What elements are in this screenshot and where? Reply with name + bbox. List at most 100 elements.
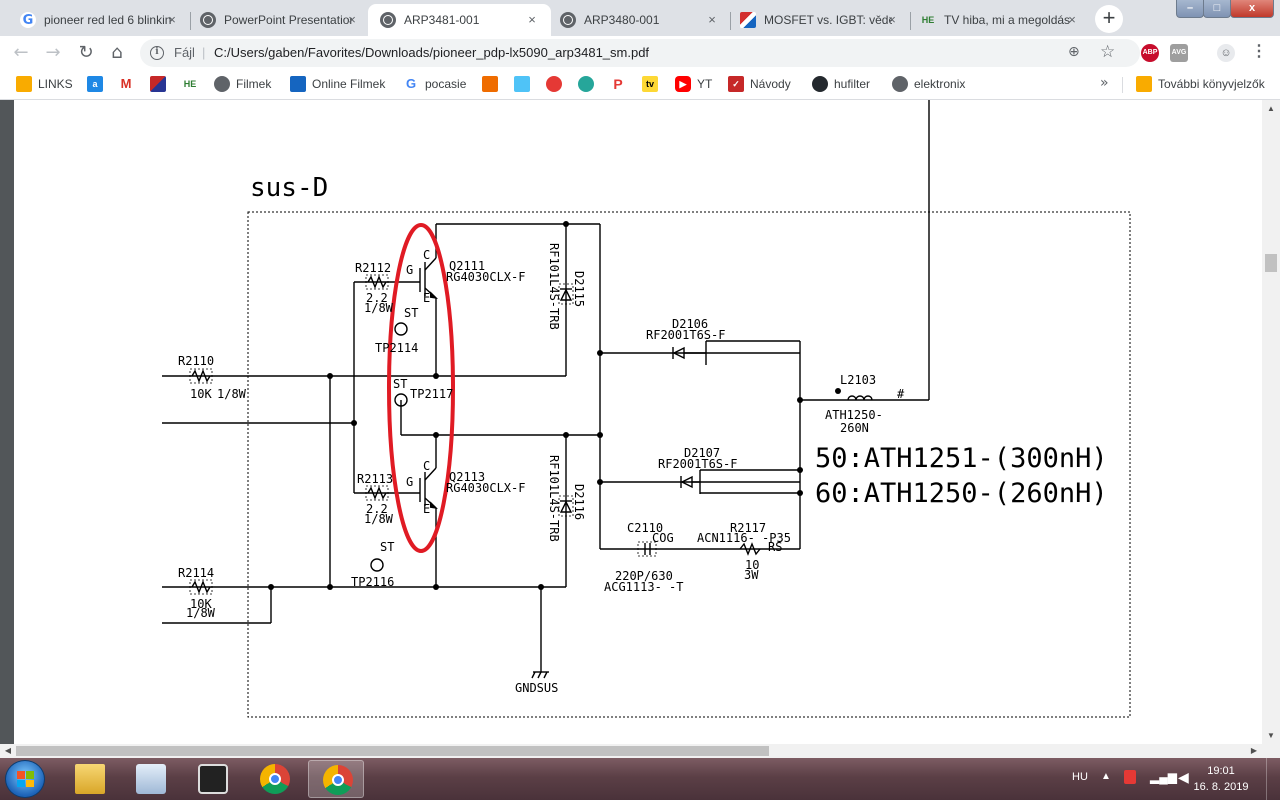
- chrome-menu-icon[interactable]: ⋮: [1250, 44, 1268, 62]
- profile-avatar-icon[interactable]: ☺: [1217, 44, 1235, 62]
- bookmark-tv[interactable]: tv: [642, 76, 664, 92]
- bookmark-elektronix[interactable]: elektronix: [892, 76, 965, 92]
- pdf-viewer[interactable]: sus-D R2112 2.2 1/8W C G E Q2111 RG4030C…: [0, 100, 1280, 744]
- scrollbar-thumb[interactable]: [16, 746, 769, 756]
- film-icon: [290, 76, 306, 92]
- adblock-plus-icon[interactable]: ABP: [1141, 44, 1159, 62]
- scroll-left-arrow-icon[interactable]: ◀: [0, 744, 16, 758]
- tray-app-icon[interactable]: [1124, 770, 1136, 784]
- tab-powerpoint[interactable]: PowerPoint Presentation ×: [188, 4, 371, 36]
- bookmark-site-2[interactable]: [514, 76, 536, 92]
- avg-extension-icon[interactable]: AVG: [1170, 44, 1188, 62]
- r2113-label: R2113: [357, 472, 393, 486]
- google-g-icon: G: [20, 12, 36, 28]
- bookmark-label: elektronix: [914, 77, 966, 91]
- st-label-2: ST: [393, 377, 407, 391]
- network-signal-icon[interactable]: ▂▄▆: [1150, 770, 1177, 784]
- tab-title: ARP3480-001: [584, 13, 660, 27]
- bookmark-gmail[interactable]: M: [118, 76, 140, 92]
- tab-arp3481-active[interactable]: ARP3481-001 ×: [368, 4, 551, 36]
- tab-tv-hiba[interactable]: HE TV hiba, mi a megoldás ×: [908, 4, 1091, 36]
- scrollbar-thumb[interactable]: [1265, 254, 1277, 272]
- ground-symbol: [531, 671, 549, 679]
- vertical-scrollbar[interactable]: ▲ ▼: [1262, 100, 1280, 744]
- taskbar-media-app[interactable]: [184, 760, 240, 798]
- chrome-icon: [260, 764, 290, 794]
- forward-button[interactable]: →: [40, 40, 66, 66]
- taskbar-chrome-active[interactable]: [308, 760, 364, 798]
- bookmark-label: pocasie: [425, 77, 467, 91]
- youtube-icon: ▶: [675, 76, 691, 92]
- close-tab-icon[interactable]: ×: [705, 13, 719, 27]
- start-button[interactable]: [5, 760, 45, 798]
- zoom-icon[interactable]: ⊕: [1068, 44, 1080, 60]
- minimize-button[interactable]: –: [1176, 0, 1204, 18]
- bookmark-star-icon[interactable]: ☆: [1100, 42, 1115, 62]
- folder-icon: [1136, 76, 1152, 92]
- home-button[interactable]: ⌂: [104, 40, 130, 66]
- close-tab-icon[interactable]: ×: [345, 13, 359, 27]
- close-tab-icon[interactable]: ×: [525, 13, 539, 27]
- info-icon[interactable]: i: [150, 46, 164, 60]
- horizontal-scrollbar[interactable]: ◀ ▶: [0, 744, 1280, 758]
- close-tab-icon[interactable]: ×: [1065, 13, 1079, 27]
- he-logo-icon: HE: [921, 15, 935, 25]
- github-icon: [812, 76, 828, 92]
- bookmark-site-3[interactable]: [546, 76, 568, 92]
- scroll-down-arrow-icon[interactable]: ▼: [1262, 727, 1280, 744]
- close-window-button[interactable]: x: [1230, 0, 1274, 18]
- bookmark-he[interactable]: HE: [182, 76, 204, 92]
- st-label-3: ST: [380, 540, 394, 554]
- q2113-part-number: RG4030CLX-F: [446, 481, 525, 495]
- bookmark-links[interactable]: LINKS: [16, 76, 73, 92]
- gnd-label: GNDSUS: [515, 681, 558, 695]
- show-desktop-button[interactable]: [1266, 758, 1280, 800]
- bookmark-weather[interactable]: a: [87, 76, 109, 92]
- tab-title: pioneer red led 6 blinking: [44, 13, 172, 27]
- taskbar-chrome[interactable]: [246, 760, 302, 798]
- media-app-icon: [198, 764, 228, 794]
- bookmark-p[interactable]: P: [610, 76, 632, 92]
- reload-button[interactable]: ↻: [73, 40, 99, 66]
- taskbar-calculator[interactable]: [122, 760, 178, 798]
- url-text[interactable]: C:/Users/gaben/Favorites/Downloads/pione…: [214, 45, 649, 60]
- address-bar[interactable]: i Fájl | C:/Users/gaben/Favorites/Downlo…: [140, 39, 1140, 67]
- r2112-label: R2112: [355, 261, 391, 275]
- st-label-1: ST: [404, 306, 418, 320]
- windows-logo-icon: [17, 771, 35, 788]
- d2115-part-number: RF101L4S-TRB: [547, 243, 561, 330]
- d2115-label: D2115: [572, 271, 586, 307]
- bookmark-label: Filmek: [236, 77, 272, 91]
- scroll-up-arrow-icon[interactable]: ▲: [1262, 100, 1280, 117]
- bookmark-online-filmek[interactable]: Online Filmek: [290, 76, 385, 92]
- maximize-button[interactable]: □: [1203, 0, 1231, 18]
- tab-mosfet-igbt[interactable]: MOSFET vs. IGBT: vědecký ×: [728, 4, 911, 36]
- bookmark-pocasie[interactable]: G pocasie: [403, 76, 466, 92]
- tab-title: ARP3481-001: [404, 13, 480, 27]
- new-tab-button[interactable]: +: [1095, 5, 1123, 33]
- tray-expand-icon[interactable]: ▲: [1101, 771, 1111, 782]
- q2111-pin-g: G: [406, 263, 413, 277]
- bookmark-navody[interactable]: ✓ Návody: [728, 76, 791, 92]
- bookmark-hufilter[interactable]: hufilter: [812, 76, 870, 92]
- language-indicator[interactable]: HU: [1072, 771, 1088, 783]
- close-tab-icon[interactable]: ×: [885, 13, 899, 27]
- close-tab-icon[interactable]: ×: [165, 13, 179, 27]
- back-button[interactable]: ←: [8, 40, 34, 66]
- c2110-part-number: ACG1113- -T: [604, 580, 683, 594]
- taskbar-file-explorer[interactable]: [61, 760, 117, 798]
- more-bookmarks-chevron-icon[interactable]: »: [1100, 75, 1109, 91]
- other-bookmarks-folder[interactable]: További könyvjelzők: [1136, 76, 1265, 92]
- schematic-diagram: sus-D R2112 2.2 1/8W C G E Q2111 RG4030C…: [162, 100, 1131, 718]
- bookmark-yt[interactable]: ▶ YT: [675, 76, 712, 92]
- bookmark-site-4[interactable]: [578, 76, 600, 92]
- bookmark-filmek[interactable]: Filmek: [214, 76, 271, 92]
- scroll-right-arrow-icon[interactable]: ▶: [1246, 744, 1262, 758]
- tab-arp3480[interactable]: ARP3480-001 ×: [548, 4, 731, 36]
- bookmark-site-1[interactable]: [482, 76, 504, 92]
- system-clock[interactable]: 19:01 16. 8. 2019: [1190, 763, 1252, 795]
- bookmark-flag[interactable]: [150, 76, 172, 92]
- tab-google-search[interactable]: G pioneer red led 6 blinking ×: [8, 4, 191, 36]
- tp2114-label: TP2114: [375, 341, 418, 355]
- volume-icon[interactable]: ◀: [1178, 769, 1189, 786]
